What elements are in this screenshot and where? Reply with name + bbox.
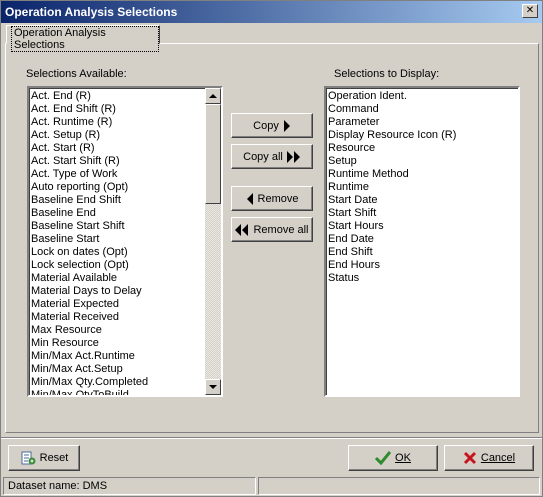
- close-button[interactable]: ✕: [522, 4, 538, 18]
- available-list-item[interactable]: Act. Start (R): [29, 142, 205, 155]
- available-scrollbar[interactable]: [205, 88, 221, 395]
- footer-separator: [1, 437, 542, 439]
- available-list-item[interactable]: Lock selection (Opt): [29, 259, 205, 272]
- double-arrow-left-icon: [235, 223, 249, 236]
- display-list-item[interactable]: End Hours: [326, 259, 518, 272]
- display-label: Selections to Display:: [334, 68, 440, 80]
- display-list-item[interactable]: Start Date: [326, 194, 518, 207]
- title-bar: Operation Analysis Selections ✕: [1, 1, 542, 23]
- tab-operation-analysis[interactable]: Operation Analysis Selections: [6, 25, 160, 52]
- reset-label: Reset: [39, 452, 69, 464]
- copy-all-label: Copy all: [243, 150, 283, 163]
- display-listbox[interactable]: Operation Ident. Command Parameter Display …: [324, 86, 520, 397]
- available-list-item[interactable]: Act. End (R): [29, 90, 205, 103]
- scroll-up-icon: [209, 94, 217, 98]
- available-list-item[interactable]: Material Expected: [29, 298, 205, 311]
- scroll-down-icon: [209, 385, 217, 389]
- available-list-item[interactable]: Min/Max Qty.Completed: [29, 376, 205, 389]
- available-list-item[interactable]: Act. Start Shift (R): [29, 155, 205, 168]
- display-list-item[interactable]: Display Resource Icon (R): [326, 129, 518, 142]
- tab-panel: Selections Available: Selections to Disp…: [5, 43, 539, 433]
- close-icon: ✕: [525, 5, 535, 16]
- remove-label: Remove: [257, 192, 299, 205]
- display-list-item[interactable]: Start Hours: [326, 220, 518, 233]
- available-list-item[interactable]: Baseline Start Shift: [29, 220, 205, 233]
- window-title: Operation Analysis Selections: [5, 5, 178, 19]
- display-list-item[interactable]: Runtime: [326, 181, 518, 194]
- available-list-item[interactable]: Max Resource: [29, 324, 205, 337]
- scroll-thumb[interactable]: [205, 104, 221, 204]
- remove-button[interactable]: Remove: [231, 186, 313, 211]
- available-list-item[interactable]: Baseline End Shift: [29, 194, 205, 207]
- reset-icon: [21, 451, 36, 465]
- arrow-left-icon: [246, 192, 253, 205]
- available-list-item[interactable]: Lock on dates (Opt): [29, 246, 205, 259]
- arrow-right-icon: [283, 119, 290, 132]
- display-list-item[interactable]: Setup: [326, 155, 518, 168]
- display-list-item[interactable]: Start Shift: [326, 207, 518, 220]
- available-list-item[interactable]: Min/Max QtyToBuild: [29, 389, 205, 395]
- available-listbox[interactable]: Act. End (R) Act. End Shift (R) Act. Runti…: [27, 86, 223, 397]
- display-list-item[interactable]: End Date: [326, 233, 518, 246]
- cancel-button[interactable]: Cancel: [444, 445, 534, 471]
- available-list-item[interactable]: Act. Type of Work: [29, 168, 205, 181]
- available-list-item[interactable]: Baseline Start: [29, 233, 205, 246]
- available-list-item[interactable]: Min/Max Act.Runtime: [29, 350, 205, 363]
- remove-all-label: Remove all: [253, 223, 309, 236]
- remove-all-button[interactable]: Remove all: [231, 217, 313, 242]
- available-list-item[interactable]: Baseline End: [29, 207, 205, 220]
- available-list-item[interactable]: Min Resource: [29, 337, 205, 350]
- status-extra: [258, 477, 540, 495]
- copy-all-button[interactable]: Copy all: [231, 144, 313, 169]
- available-list-item[interactable]: Auto reporting (Opt): [29, 181, 205, 194]
- ok-label: OK: [395, 452, 411, 464]
- status-dataset: Dataset name: DMS: [3, 477, 256, 495]
- display-list-item[interactable]: Command: [326, 103, 518, 116]
- dialog-window: Operation Analysis Selections ✕ Operatio…: [0, 0, 543, 497]
- checkmark-icon: [375, 451, 392, 465]
- display-list-item[interactable]: Runtime Method: [326, 168, 518, 181]
- available-label: Selections Available:: [26, 68, 127, 80]
- status-bar: Dataset name: DMS: [3, 477, 540, 496]
- display-list-item[interactable]: End Shift: [326, 246, 518, 259]
- available-list-item[interactable]: Act. End Shift (R): [29, 103, 205, 116]
- display-list-item[interactable]: Operation Ident.: [326, 90, 518, 103]
- scroll-up-button[interactable]: [205, 88, 221, 104]
- available-list-item[interactable]: Act. Runtime (R): [29, 116, 205, 129]
- tab-label: Operation Analysis Selections: [11, 26, 159, 52]
- available-list-item[interactable]: Material Days to Delay: [29, 285, 205, 298]
- double-arrow-right-icon: [286, 150, 300, 163]
- ok-button[interactable]: OK: [348, 445, 438, 471]
- reset-button[interactable]: Reset: [8, 445, 80, 471]
- available-list-item[interactable]: Material Received: [29, 311, 205, 324]
- copy-button[interactable]: Copy: [231, 113, 313, 138]
- cancel-label: Cancel: [480, 452, 516, 464]
- display-list-item[interactable]: Status: [326, 272, 518, 285]
- available-list-item[interactable]: Min/Max Act.Setup: [29, 363, 205, 376]
- available-list-item[interactable]: Material Available: [29, 272, 205, 285]
- display-list-item[interactable]: Parameter: [326, 116, 518, 129]
- x-icon: [463, 451, 476, 465]
- scroll-down-button[interactable]: [205, 379, 221, 395]
- available-list-item[interactable]: Act. Setup (R): [29, 129, 205, 142]
- copy-label: Copy: [253, 119, 279, 132]
- display-list-item[interactable]: Resource: [326, 142, 518, 155]
